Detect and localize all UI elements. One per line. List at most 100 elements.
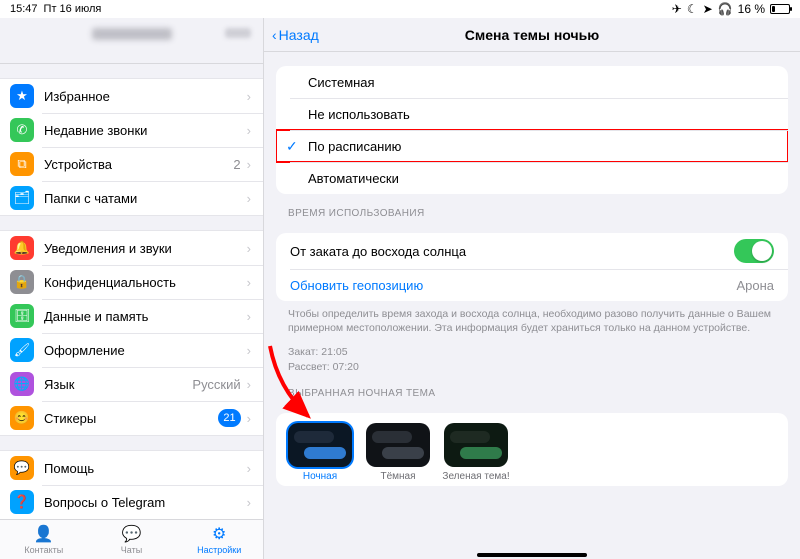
sidebar-item[interactable]: 💬 Помощь› — [0, 451, 263, 485]
sunset-toggle-row[interactable]: От заката до восхода солнца — [276, 233, 788, 269]
sidebar-item-label: Стикеры — [44, 411, 218, 426]
tab-label: Настройки — [197, 545, 241, 555]
update-location-row[interactable]: Обновить геопозицию Арона — [276, 269, 788, 301]
sidebar-item-label: Оформление — [44, 343, 247, 358]
section-usage-title: ВРЕМЯ ИСПОЛЬЗОВАНИЯ — [288, 208, 776, 219]
sidebar-item-icon: 🖌 — [10, 338, 34, 362]
sidebar-item-label: Конфиденциальность — [44, 275, 247, 290]
sidebar-item-icon: 🗄 — [10, 304, 34, 328]
chevron-right-icon: › — [247, 89, 251, 104]
sidebar-item[interactable]: 🔒Конфиденциальность› — [0, 265, 263, 299]
sidebar-item[interactable]: 🖌 Оформление› — [0, 333, 263, 367]
page-title: Смена темы ночью — [264, 27, 800, 43]
edit-button-blurred — [225, 28, 251, 38]
theme-option[interactable]: Тёмная — [364, 423, 432, 482]
chevron-right-icon: › — [247, 241, 251, 256]
sidebar-item-icon: 🔔 — [10, 236, 34, 260]
sidebar-item-label: Язык — [44, 377, 192, 392]
theme-preview — [288, 423, 352, 467]
sunset-switch[interactable] — [734, 239, 774, 263]
chevron-right-icon: › — [247, 309, 251, 324]
back-button[interactable]: ‹ Назад — [264, 27, 319, 43]
chevron-right-icon: › — [247, 343, 251, 358]
usage-footer: Чтобы определить время захода и восхода … — [288, 307, 776, 335]
checkmark-icon: ✓ — [286, 138, 304, 155]
section-theme-title: ВЫБРАННАЯ НОЧНАЯ ТЕМА — [288, 388, 776, 399]
settings-sidebar: ★Избранное›✆Недавние звонки›⧉Устройства2… — [0, 18, 264, 559]
mode-option-label: По расписанию — [308, 139, 401, 154]
battery-icon — [770, 4, 790, 14]
theme-option[interactable]: Ночная — [286, 423, 354, 482]
location-arrow-icon: ➤ — [703, 2, 713, 16]
sidebar-item-icon: 💬 — [10, 456, 34, 480]
sidebar-item-label: Устройства — [44, 157, 233, 172]
sunrise-time: Рассвет: 07:20 — [288, 360, 776, 374]
sidebar-item[interactable]: ★ Избранное› — [0, 79, 263, 113]
chevron-right-icon: › — [247, 377, 251, 392]
usage-group: От заката до восхода солнца Обновить гео… — [276, 233, 788, 301]
tab-contacts[interactable]: 👤 Контакты — [0, 520, 88, 559]
sidebar-item[interactable]: ✆Недавние звонки› — [0, 113, 263, 147]
sidebar-item-label: Недавние звонки — [44, 123, 247, 138]
sidebar-item-value: Русский — [192, 377, 240, 392]
sidebar-item-icon: 🗂 — [10, 186, 34, 210]
sidebar-item-label: Папки с чатами — [44, 191, 247, 206]
tab-label: Чаты — [121, 545, 142, 555]
mode-option[interactable]: ✓ По расписанию — [276, 130, 788, 162]
battery-pct: 16 % — [738, 2, 765, 16]
chevron-left-icon: ‹ — [272, 27, 277, 43]
sidebar-item-icon: ⧉ — [10, 152, 34, 176]
sunset-time: Закат: 21:05 — [288, 345, 776, 359]
sidebar-item[interactable]: 😊 Стикеры21 › — [0, 401, 263, 435]
location-value: Арона — [736, 278, 774, 293]
mode-option[interactable]: ✓Не использовать — [276, 98, 788, 130]
mode-option[interactable]: ✓Автоматически — [276, 162, 788, 194]
chevron-right-icon: › — [247, 157, 251, 172]
update-location-label: Обновить геопозицию — [290, 278, 423, 293]
sidebar-item-icon: 😊 — [10, 406, 34, 430]
status-date: Пт 16 июля — [44, 3, 102, 15]
theme-name: Зеленая тема! — [442, 471, 509, 482]
sidebar-header[interactable] — [0, 18, 263, 64]
home-indicator[interactable] — [477, 553, 587, 557]
sidebar-item-icon: ★ — [10, 84, 34, 108]
chevron-right-icon: › — [247, 123, 251, 138]
theme-preview — [366, 423, 430, 467]
chevron-right-icon: › — [247, 495, 251, 510]
mode-option-label: Не использовать — [308, 107, 410, 122]
chevron-right-icon: › — [247, 461, 251, 476]
tab-label: Контакты — [24, 545, 63, 555]
sidebar-item[interactable]: ❓ Вопросы о Telegram› — [0, 485, 263, 519]
status-bar: 15:47 Пт 16 июля ✈︎ ☾ ➤ 🎧 16 % — [0, 0, 800, 18]
mode-option-label: Автоматически — [308, 171, 399, 186]
moon-icon: ☾ — [687, 2, 698, 16]
headphones-icon: 🎧 — [718, 2, 733, 16]
sidebar-item[interactable]: 🗂Папки с чатами› — [0, 181, 263, 215]
chevron-right-icon: › — [247, 411, 251, 426]
sidebar-item[interactable]: 🗄 Данные и память› — [0, 299, 263, 333]
theme-name: Тёмная — [380, 471, 415, 482]
sidebar-item-label: Вопросы о Telegram — [44, 495, 247, 510]
chats-icon: 💬 — [122, 524, 142, 544]
sidebar-item-label: Избранное — [44, 89, 247, 104]
sidebar-item-label: Помощь — [44, 461, 247, 476]
contacts-icon: 👤 — [34, 524, 54, 544]
tab-chats[interactable]: 💬 Чаты — [88, 520, 176, 559]
theme-preview — [444, 423, 508, 467]
tab-settings[interactable]: ⚙︎ Настройки — [175, 520, 263, 559]
sidebar-item-label: Уведомления и звуки — [44, 241, 247, 256]
mode-option[interactable]: ✓Системная — [276, 66, 788, 98]
detail-pane: ‹ Назад Смена темы ночью ✓Системная✓Не и… — [264, 18, 800, 559]
sidebar-item-badge: 21 — [218, 409, 240, 427]
sidebar-item-value: 2 — [233, 157, 240, 172]
sidebar-item-icon: ❓ — [10, 490, 34, 514]
sidebar-item-label: Данные и память — [44, 309, 247, 324]
theme-option[interactable]: Зеленая тема! — [442, 423, 510, 482]
back-label: Назад — [279, 27, 319, 43]
sidebar-item[interactable]: ⧉ Устройства2 › — [0, 147, 263, 181]
sidebar-item[interactable]: 🔔 Уведомления и звуки› — [0, 231, 263, 265]
sidebar-item-icon: 🌐 — [10, 372, 34, 396]
sidebar-item[interactable]: 🌐 ЯзыкРусский › — [0, 367, 263, 401]
settings-icon: ⚙︎ — [212, 524, 226, 544]
sunset-toggle-label: От заката до восхода солнца — [290, 244, 466, 259]
